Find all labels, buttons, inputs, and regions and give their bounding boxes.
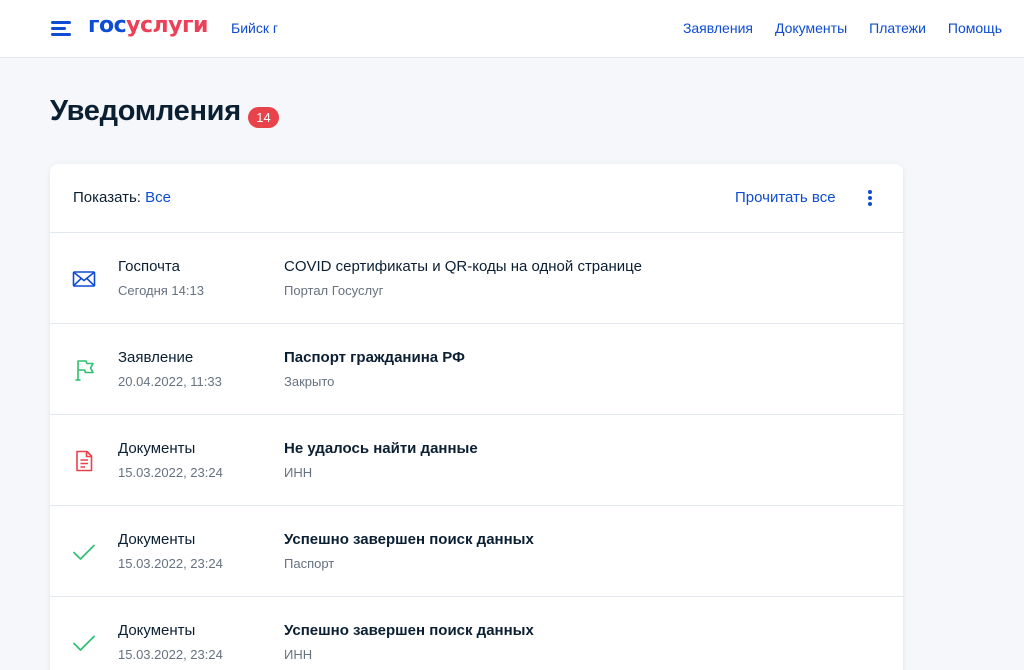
notification-subtitle: ИНН bbox=[284, 465, 313, 480]
notification-row[interactable]: Документы 15.03.2022, 23:24 Успешно заве… bbox=[50, 597, 903, 670]
notification-date: 15.03.2022, 23:24 bbox=[118, 465, 223, 480]
check-icon bbox=[70, 538, 98, 566]
flag-icon bbox=[70, 356, 98, 384]
read-all-button[interactable]: Прочитать все bbox=[735, 189, 836, 206]
show-filter-label: Показать: bbox=[73, 189, 141, 206]
show-filter: Показать: Все bbox=[73, 189, 171, 206]
top-header: госуслуги Бийск г Заявления Документы Пл… bbox=[0, 0, 1024, 58]
notification-category: Госпочта bbox=[118, 258, 180, 275]
notification-row[interactable]: Документы 15.03.2022, 23:24 Не удалось н… bbox=[50, 415, 903, 506]
check-icon bbox=[70, 629, 98, 657]
vertical-dots-icon[interactable] bbox=[865, 189, 875, 207]
notification-subtitle: Портал Госуслуг bbox=[284, 283, 384, 298]
notification-category: Документы bbox=[118, 440, 196, 457]
burger-menu-icon[interactable] bbox=[51, 20, 71, 36]
top-nav: Заявления Документы Платежи Помощь bbox=[683, 20, 1002, 36]
document-icon bbox=[70, 447, 98, 475]
notification-category: Документы bbox=[118, 622, 196, 639]
notification-subtitle: Паспорт bbox=[284, 556, 335, 571]
logo-part-gos: гос bbox=[88, 13, 127, 38]
nav-link-documents[interactable]: Документы bbox=[775, 20, 847, 36]
notifications-card: Показать: Все Прочитать все Госпочта Сег… bbox=[50, 164, 903, 670]
notifications-count-badge: 14 bbox=[248, 107, 279, 128]
city-selector[interactable]: Бийск г bbox=[231, 20, 278, 36]
notification-category: Заявление bbox=[118, 349, 194, 366]
mail-icon bbox=[70, 265, 98, 293]
notification-title: Успешно завершен поиск данных bbox=[284, 531, 534, 548]
notification-row[interactable]: Документы 15.03.2022, 23:24 Успешно заве… bbox=[50, 506, 903, 597]
notification-title: Успешно завершен поиск данных bbox=[284, 622, 534, 639]
notification-title: Паспорт гражданина РФ bbox=[284, 349, 465, 366]
notifications-toolbar: Показать: Все Прочитать все bbox=[50, 164, 903, 233]
notification-subtitle: ИНН bbox=[284, 647, 313, 662]
logo-part-uslugi: услуги bbox=[126, 13, 208, 38]
notification-row[interactable]: Госпочта Сегодня 14:13 COVID сертификаты… bbox=[50, 233, 903, 324]
notification-date: 20.04.2022, 11:33 bbox=[118, 374, 222, 389]
show-filter-dropdown[interactable]: Все bbox=[145, 189, 171, 206]
notification-date: Сегодня 14:13 bbox=[118, 283, 204, 298]
nav-link-help[interactable]: Помощь bbox=[948, 20, 1002, 36]
page-title: Уведомления bbox=[50, 95, 241, 127]
nav-link-applications[interactable]: Заявления bbox=[683, 20, 753, 36]
notification-date: 15.03.2022, 23:24 bbox=[118, 647, 223, 662]
gosuslugi-logo[interactable]: госуслуги bbox=[88, 13, 208, 38]
notification-title: Не удалось найти данные bbox=[284, 440, 478, 457]
notification-category: Документы bbox=[118, 531, 196, 548]
notification-subtitle: Закрыто bbox=[284, 374, 335, 389]
notification-title: COVID сертификаты и QR-коды на одной стр… bbox=[284, 258, 642, 275]
nav-link-payments[interactable]: Платежи bbox=[869, 20, 926, 36]
notification-row[interactable]: Заявление 20.04.2022, 11:33 Паспорт граж… bbox=[50, 324, 903, 415]
notification-date: 15.03.2022, 23:24 bbox=[118, 556, 223, 571]
